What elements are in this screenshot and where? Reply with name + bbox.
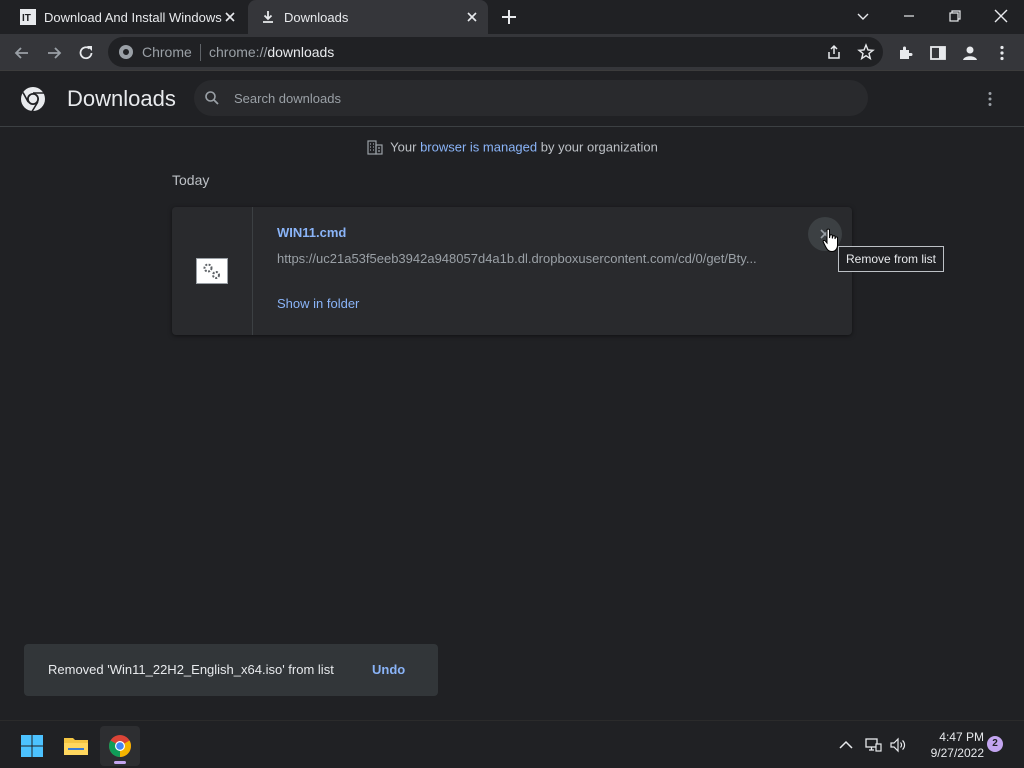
back-icon[interactable] [12,43,32,63]
search-icon [204,90,220,106]
date-section-label: Today [172,172,210,188]
managed-prefix: Your [390,139,421,155]
profile-avatar-icon[interactable] [960,43,980,63]
bookmark-star-icon[interactable] [856,42,876,62]
remove-tooltip: Remove from list [838,246,945,272]
side-panel-icon[interactable] [928,43,948,63]
close-tab-icon[interactable] [464,9,480,25]
chrome-icon [108,734,132,758]
tab-title: Download And Install Windows 1 [44,9,224,25]
url-text[interactable]: chrome://downloads [209,44,334,60]
site-chip: Chrome [142,44,192,60]
url-host: downloads [267,44,335,60]
managed-suffix: by your organization [537,139,658,155]
active-indicator [114,761,126,764]
undo-button[interactable]: Undo [372,662,405,677]
chrome-logo-icon [20,86,46,112]
show-in-folder-link[interactable]: Show in folder [277,296,359,311]
tab-search-icon[interactable] [852,5,874,27]
removed-toast: Removed 'Win11_22H2_English_x64.iso' fro… [24,644,438,696]
file-explorer-button[interactable] [56,726,96,766]
forward-icon[interactable] [44,43,64,63]
chrome-menu-icon[interactable] [992,43,1012,63]
minimize-icon[interactable] [898,5,920,27]
close-window-icon[interactable] [990,5,1012,27]
building-icon [366,138,384,156]
extensions-icon[interactable] [896,43,916,63]
file-source-url[interactable]: https://uc21a53f5eeb3942a948057d4a1b.dl.… [277,251,777,266]
folder-icon [63,735,89,757]
page-title: Downloads [67,86,176,111]
chrome-site-icon [118,44,134,60]
url-scheme: chrome:// [209,44,268,60]
managed-link[interactable]: browser is managed [420,139,537,154]
start-button[interactable] [12,726,52,766]
cmd-file-icon [196,258,228,284]
tab-downloads[interactable]: Downloads [248,0,488,34]
svg-text:IT: IT [22,13,31,24]
close-tab-icon[interactable] [222,9,238,25]
file-icon-column [172,207,253,335]
managed-notice: Your browser is managed by your organiza… [0,139,1024,159]
divider [200,44,201,61]
network-icon[interactable] [864,737,882,753]
more-actions-icon[interactable] [980,89,1000,109]
volume-icon[interactable] [889,737,907,753]
tab-title: Downloads [284,9,349,25]
it-site-icon: IT [20,9,36,25]
browser-toolbar: Chrome chrome://downloads [0,34,1024,71]
search-downloads-box[interactable] [194,80,868,116]
address-bar[interactable]: Chrome chrome://downloads [108,37,883,67]
clock-date: 9/27/2022 [930,746,984,760]
new-tab-icon[interactable] [500,8,518,26]
tab-windows-install[interactable]: IT Download And Install Windows 1 [8,0,246,34]
share-icon[interactable] [824,42,844,62]
reload-icon[interactable] [76,43,96,63]
tab-strip: IT Download And Install Windows 1 Downlo… [0,0,1024,34]
chrome-taskbar-button[interactable] [100,726,140,766]
windows-logo-icon [20,734,44,758]
download-item: WIN11.cmd https://uc21a53f5eeb3942a94805… [172,207,852,335]
system-clock[interactable]: 4:47 PM 9/27/2022 [912,729,984,761]
chevron-up-icon[interactable] [837,737,855,753]
search-input[interactable] [234,80,854,116]
restore-icon[interactable] [944,5,966,27]
toast-message: Removed 'Win11_22H2_English_x64.iso' fro… [48,662,334,677]
windows-taskbar: 4:47 PM 9/27/2022 [0,720,1024,768]
notification-badge[interactable]: 2 [987,736,1003,752]
downloads-header: Downloads [0,71,1024,127]
file-name-link[interactable]: WIN11.cmd [277,225,346,240]
download-icon [260,9,276,25]
clock-time: 4:47 PM [939,730,984,744]
